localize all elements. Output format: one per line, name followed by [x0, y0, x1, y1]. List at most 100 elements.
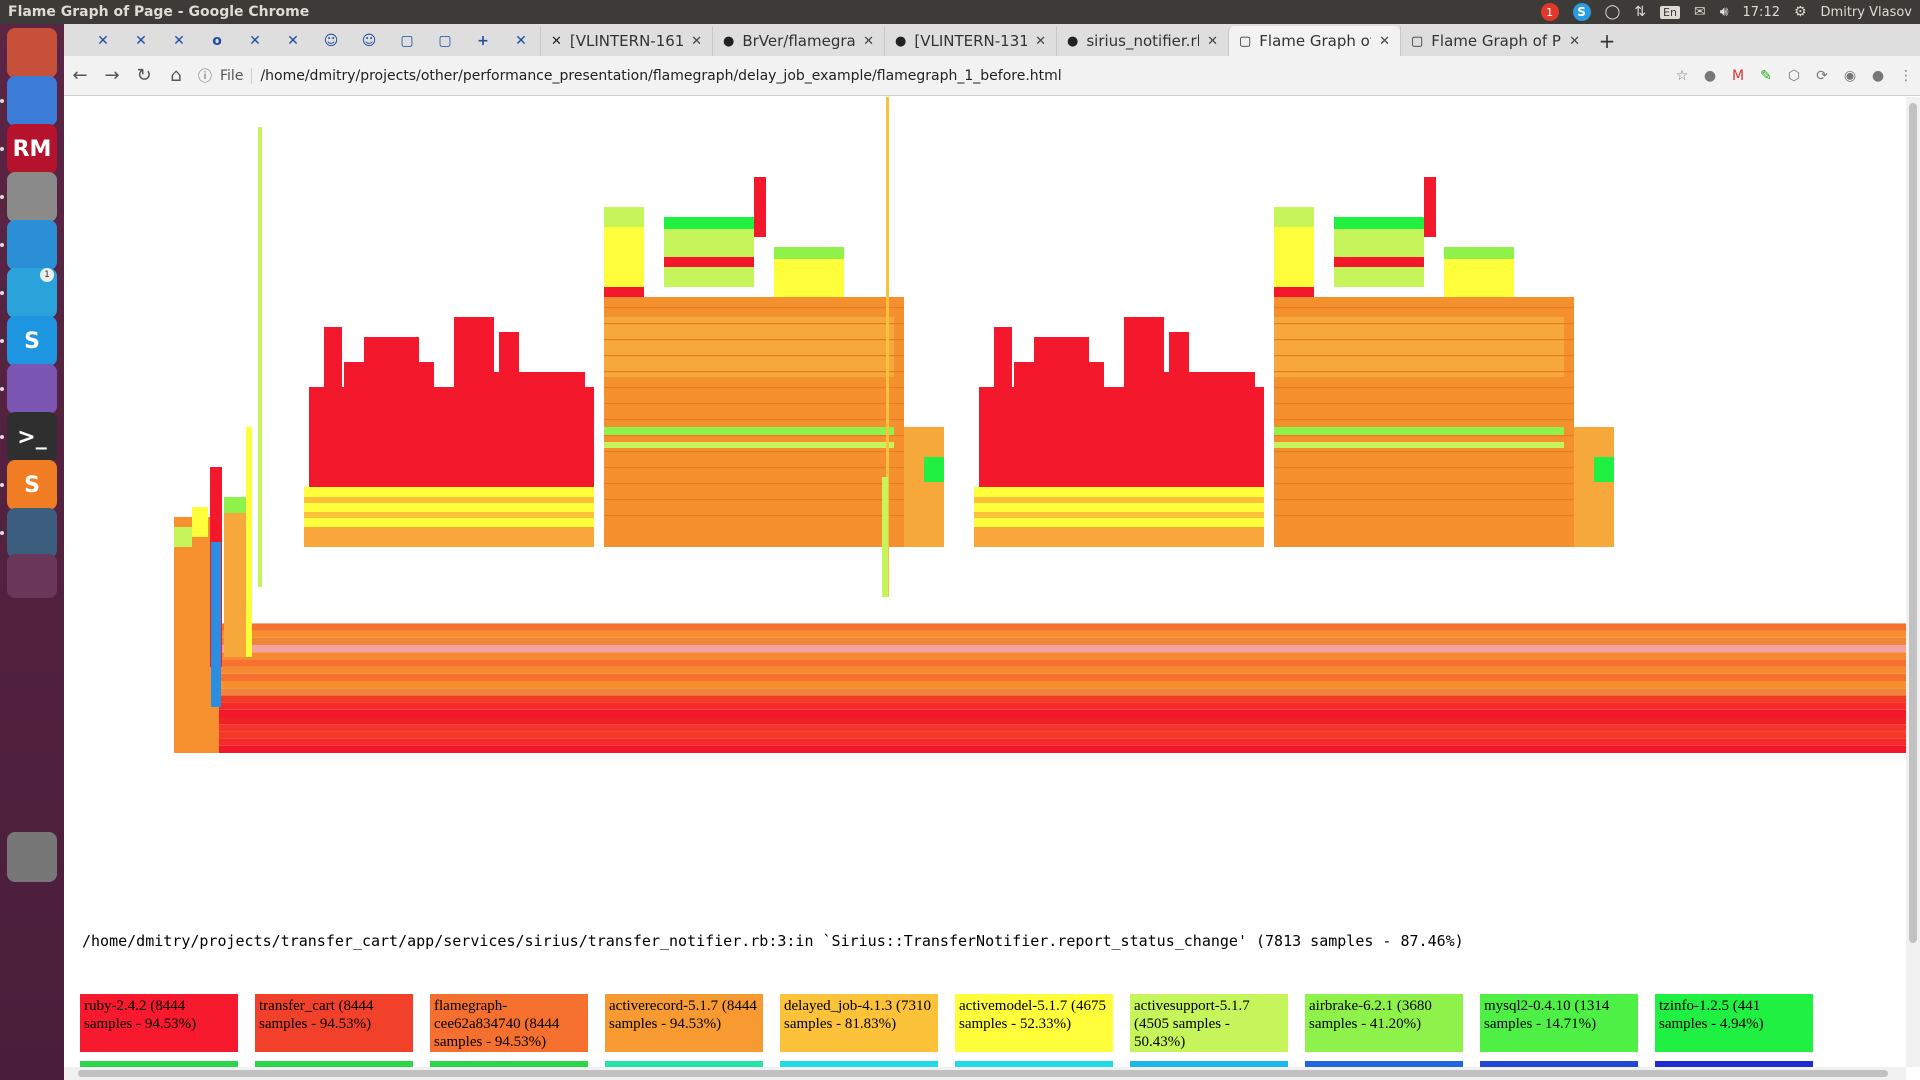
pinned-tab[interactable]: ✕ [122, 26, 160, 56]
volume-tray-icon[interactable]: 🔊︎ [1720, 4, 1729, 20]
messaging-tray-icon[interactable]: ◯ [1605, 4, 1621, 20]
files-icon[interactable] [7, 172, 57, 222]
flame-frame[interactable] [974, 497, 1264, 503]
flame-frame[interactable] [604, 403, 904, 405]
pinned-tab[interactable]: ✕ [84, 26, 122, 56]
tab[interactable]: ✕ [VLINTERN-16108] Im ✕ [540, 26, 712, 56]
tab-active[interactable]: ▢ Flame Graph of Page ✕ [1228, 26, 1400, 56]
flame-frame[interactable] [174, 745, 1906, 753]
flame-frame[interactable] [1274, 427, 1564, 435]
vertical-scrollbar-thumb[interactable] [1909, 103, 1917, 943]
flame-frame[interactable] [1334, 257, 1424, 267]
flame-frame[interactable] [174, 527, 192, 547]
chrome-icon[interactable] [7, 76, 57, 126]
clock[interactable]: 17:12 [1743, 5, 1780, 20]
legend-item[interactable]: airbrake-6.2.1 (3680 samples - 41.20%) [1305, 994, 1463, 1052]
flame-frame[interactable] [174, 724, 1906, 732]
flame-frame[interactable] [174, 688, 1906, 696]
legend-item[interactable]: transfer_cart (8444 samples - 94.53%) [255, 994, 413, 1052]
flame-frame[interactable] [604, 307, 904, 309]
tab[interactable]: ▢ Flame Graph of Page ✕ [1400, 26, 1590, 56]
flame-frame[interactable] [1274, 451, 1574, 453]
flame-frame[interactable] [214, 652, 1906, 660]
flame-frame[interactable] [604, 483, 904, 485]
legend-item[interactable]: delayed_job-4.1.3 (7310 samples - 81.83%… [780, 994, 938, 1052]
flame-frame[interactable] [604, 371, 904, 373]
flame-frame[interactable] [364, 337, 419, 367]
adblock-extension-icon[interactable]: ⬡ [1780, 68, 1808, 84]
legend-item[interactable]: activemodel-5.1.7 (4675 samples - 52.33%… [955, 994, 1113, 1052]
flame-frame[interactable] [174, 702, 1906, 710]
flame-frame[interactable] [1274, 323, 1574, 325]
flame-frame[interactable] [1274, 287, 1314, 297]
flame-frame[interactable] [604, 499, 904, 501]
flame-frame[interactable] [604, 419, 904, 421]
flame-frame[interactable] [309, 387, 594, 487]
flame-frame[interactable] [604, 427, 894, 435]
flame-frame[interactable] [1274, 442, 1564, 448]
flame-frame[interactable] [214, 659, 1906, 667]
tab[interactable]: ● [VLINTERN-13157] lar ✕ [884, 26, 1056, 56]
new-tab-button[interactable]: + [1590, 26, 1624, 56]
tab[interactable]: ● BrVer/flamegraph at ✕ [712, 26, 884, 56]
flame-frame[interactable] [192, 507, 208, 537]
terminal-icon[interactable]: >_ [7, 412, 57, 462]
flame-frame[interactable] [882, 477, 888, 597]
network-tray-icon[interactable]: ⇅ [1634, 4, 1646, 20]
flame-frame[interactable] [174, 666, 1906, 674]
horizontal-scrollbar-thumb[interactable] [78, 1070, 1888, 1077]
flame-frame[interactable] [1274, 307, 1574, 309]
tab-close-icon[interactable]: ✕ [863, 34, 874, 49]
workspace-switcher-icon[interactable] [7, 554, 57, 598]
flame-frame[interactable] [1594, 457, 1614, 482]
rubymine-icon[interactable]: RM [7, 124, 57, 174]
flame-frame[interactable] [974, 487, 1264, 527]
flame-frame[interactable] [174, 738, 1906, 746]
flame-frame[interactable] [604, 207, 644, 227]
flame-frame[interactable] [1274, 317, 1564, 377]
notification-badge-icon[interactable]: 1 [1540, 3, 1559, 21]
flame-frame[interactable] [224, 497, 246, 657]
flame-frame[interactable] [174, 673, 1906, 681]
flame-frame[interactable] [994, 327, 1012, 387]
back-arrow-icon[interactable]: ← [64, 65, 96, 86]
flame-frame[interactable] [604, 435, 904, 437]
forward-arrow-icon[interactable]: → [96, 65, 128, 86]
legend-item[interactable]: activerecord-5.1.7 (8444 samples - 94.53… [605, 994, 763, 1052]
tab-close-icon[interactable]: ✕ [691, 34, 702, 49]
keyboard-layout-indicator[interactable]: En [1660, 5, 1680, 19]
flame-frame[interactable] [604, 339, 904, 341]
gmail-extension-icon[interactable]: M [1724, 68, 1752, 84]
pinned-tab[interactable]: ✕ [236, 26, 274, 56]
url-text[interactable]: /home/dmitry/projects/other/performance_… [260, 68, 1061, 84]
flame-frame[interactable] [1220, 372, 1255, 387]
pinned-tab[interactable]: ☺ [312, 26, 350, 56]
tab-close-icon[interactable]: ✕ [1569, 34, 1580, 49]
flame-frame[interactable] [974, 527, 1264, 547]
flame-frame[interactable] [1274, 387, 1574, 389]
pinned-tab[interactable]: ☺ [350, 26, 388, 56]
flame-frame[interactable] [304, 527, 594, 547]
flame-frame[interactable] [1034, 337, 1089, 367]
flame-frame[interactable] [1274, 403, 1574, 405]
flame-frame[interactable] [604, 227, 644, 287]
reload-icon[interactable]: ↻ [128, 65, 160, 86]
tab[interactable]: ● sirius_notifier.rb ✕ [1056, 26, 1228, 56]
flame-frame[interactable] [604, 317, 894, 377]
flame-frame[interactable] [1274, 355, 1574, 357]
user-name[interactable]: Dmitry Vlasov [1821, 5, 1912, 20]
flame-frame[interactable] [174, 717, 1906, 725]
flame-frame[interactable] [604, 387, 904, 389]
flame-frame[interactable] [1274, 207, 1314, 227]
ubuntu-dash-icon[interactable] [7, 28, 57, 78]
legend-item[interactable]: mysql2-0.4.10 (1314 samples - 14.71%) [1480, 994, 1638, 1052]
horizontal-scrollbar[interactable] [64, 1067, 1906, 1080]
flame-frame[interactable] [304, 512, 594, 518]
vertical-scrollbar[interactable] [1906, 97, 1920, 1067]
flame-frame[interactable] [604, 355, 904, 357]
flame-frame[interactable] [1169, 332, 1189, 372]
mail-tray-icon[interactable]: ✉ [1694, 4, 1706, 20]
flame-frame[interactable] [1274, 467, 1574, 469]
flame-frame[interactable] [214, 623, 1906, 631]
evernote-extension-icon[interactable]: ✎ [1752, 68, 1780, 84]
